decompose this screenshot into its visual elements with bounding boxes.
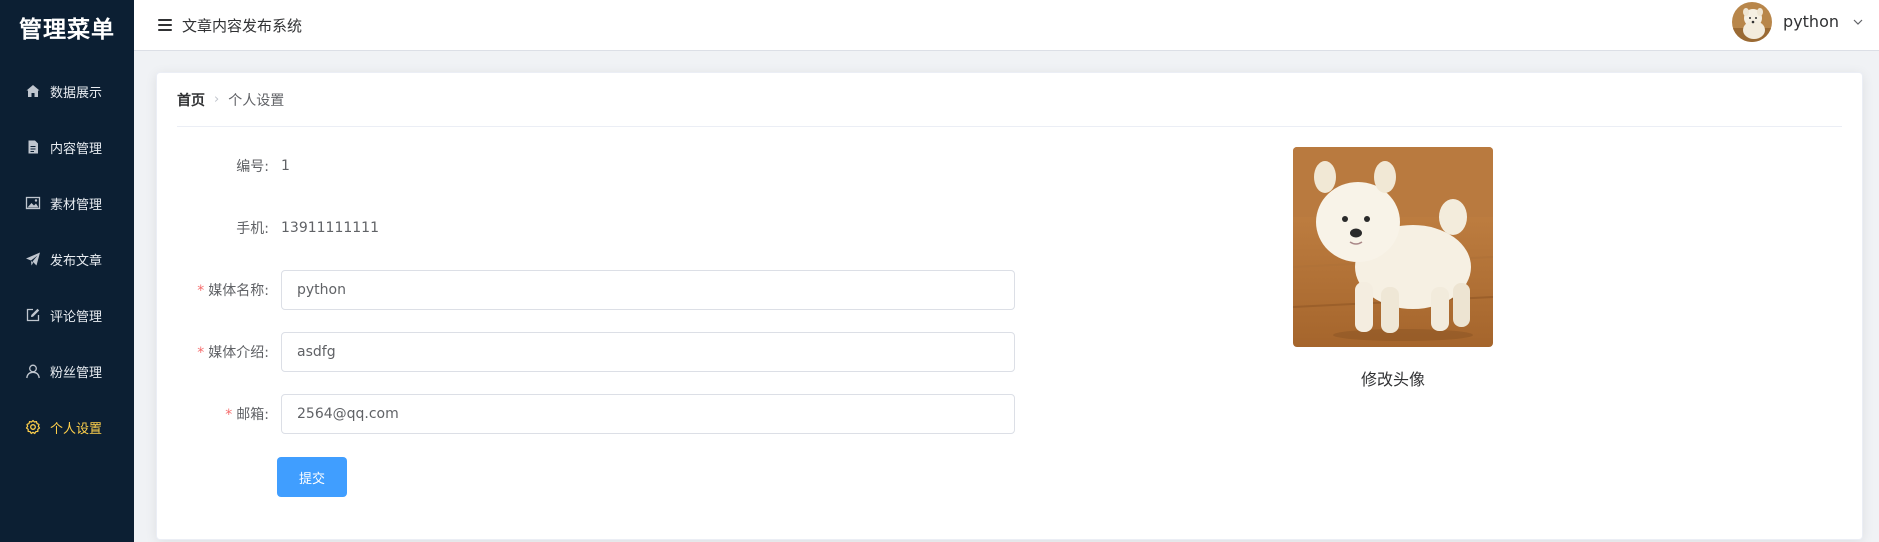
media-name-input[interactable]: [281, 270, 1015, 310]
home-icon: [25, 83, 41, 99]
breadcrumb-home[interactable]: 首页: [177, 90, 205, 110]
sidebar-brand: 管理菜单: [19, 16, 115, 43]
form-row-media-intro: * 媒体介绍:: [177, 332, 1015, 372]
required-mark: *: [197, 283, 205, 299]
sidebar-item-settings[interactable]: 个人设置: [0, 399, 134, 455]
sidebar-item-label: 发布文章: [50, 253, 103, 269]
id-label: 编号:: [236, 159, 269, 175]
id-value: 1: [281, 158, 290, 174]
email-input[interactable]: [281, 394, 1015, 434]
avatar-image[interactable]: [1293, 147, 1493, 347]
sidebar-item-label: 个人设置: [50, 421, 103, 437]
sidebar-item-fans[interactable]: 粉丝管理: [0, 343, 134, 399]
sidebar-item-label: 素材管理: [50, 197, 103, 213]
breadcrumb-separator: ›: [214, 92, 220, 107]
chevron-down-icon[interactable]: [1853, 17, 1863, 27]
user-icon: [25, 363, 41, 379]
media-name-label: * 媒体名称:: [177, 280, 281, 300]
document-icon: [25, 139, 41, 155]
media-intro-label: * 媒体介绍:: [177, 342, 281, 362]
required-mark: *: [197, 345, 205, 361]
sidebar-item-comments[interactable]: 评论管理: [0, 287, 134, 343]
submit-button[interactable]: 提交: [277, 457, 347, 497]
header-avatar[interactable]: [1732, 1, 1773, 42]
change-avatar-link[interactable]: 修改头像: [1293, 366, 1493, 390]
edit-icon: [25, 307, 41, 323]
email-label-text: 邮箱:: [236, 407, 269, 423]
breadcrumb: 首页 › 个人设置: [177, 73, 1842, 127]
top-header: 文章内容发布系统 python: [134, 0, 1879, 51]
phone-label: 手机:: [236, 221, 269, 237]
send-icon: [25, 251, 41, 267]
sidebar-item-data-display[interactable]: 数据展示: [0, 63, 134, 119]
sidebar-item-content[interactable]: 内容管理: [0, 119, 134, 175]
sidebar-item-label: 内容管理: [50, 141, 103, 157]
phone-value: 13911111111: [281, 220, 379, 236]
media-name-label-text: 媒体名称:: [208, 283, 269, 299]
sidebar-item-label: 粉丝管理: [50, 365, 103, 381]
hamburger-icon[interactable]: [158, 19, 172, 31]
settings-card: 首页 › 个人设置 编号: 1 手机: 13911111111 *媒体名称: *…: [156, 72, 1863, 540]
picture-icon: [25, 195, 41, 211]
form-row-media-name: * 媒体名称:: [177, 270, 1015, 310]
sidebar-item-label: 评论管理: [50, 309, 103, 325]
form-row-email: * 邮箱:: [177, 394, 1015, 434]
media-intro-input[interactable]: [281, 332, 1015, 372]
breadcrumb-current: 个人设置: [228, 92, 285, 109]
required-mark: *: [225, 407, 233, 423]
user-menu[interactable]: python: [1732, 0, 1863, 43]
header-title: 文章内容发布系统: [182, 16, 303, 35]
sidebar-item-label: 数据展示: [50, 85, 103, 101]
sidebar-menu: 数据展示 内容管理 素材管理 发布文章 评论管理 粉丝管理 个人设置: [0, 63, 134, 455]
email-label: * 邮箱:: [177, 404, 281, 424]
sidebar-item-publish[interactable]: 发布文章: [0, 231, 134, 287]
setting-icon: [25, 419, 41, 435]
media-intro-label-text: 媒体介绍:: [208, 345, 269, 361]
sidebar-item-material[interactable]: 素材管理: [0, 175, 134, 231]
sidebar: 管理菜单 数据展示 内容管理 素材管理 发布文章 评论管理 粉丝管理 个人设置: [0, 0, 134, 542]
user-name: python: [1783, 12, 1839, 31]
form-row-id: 编号: 1: [177, 146, 290, 186]
form-row-phone: 手机: 13911111111: [177, 208, 379, 248]
